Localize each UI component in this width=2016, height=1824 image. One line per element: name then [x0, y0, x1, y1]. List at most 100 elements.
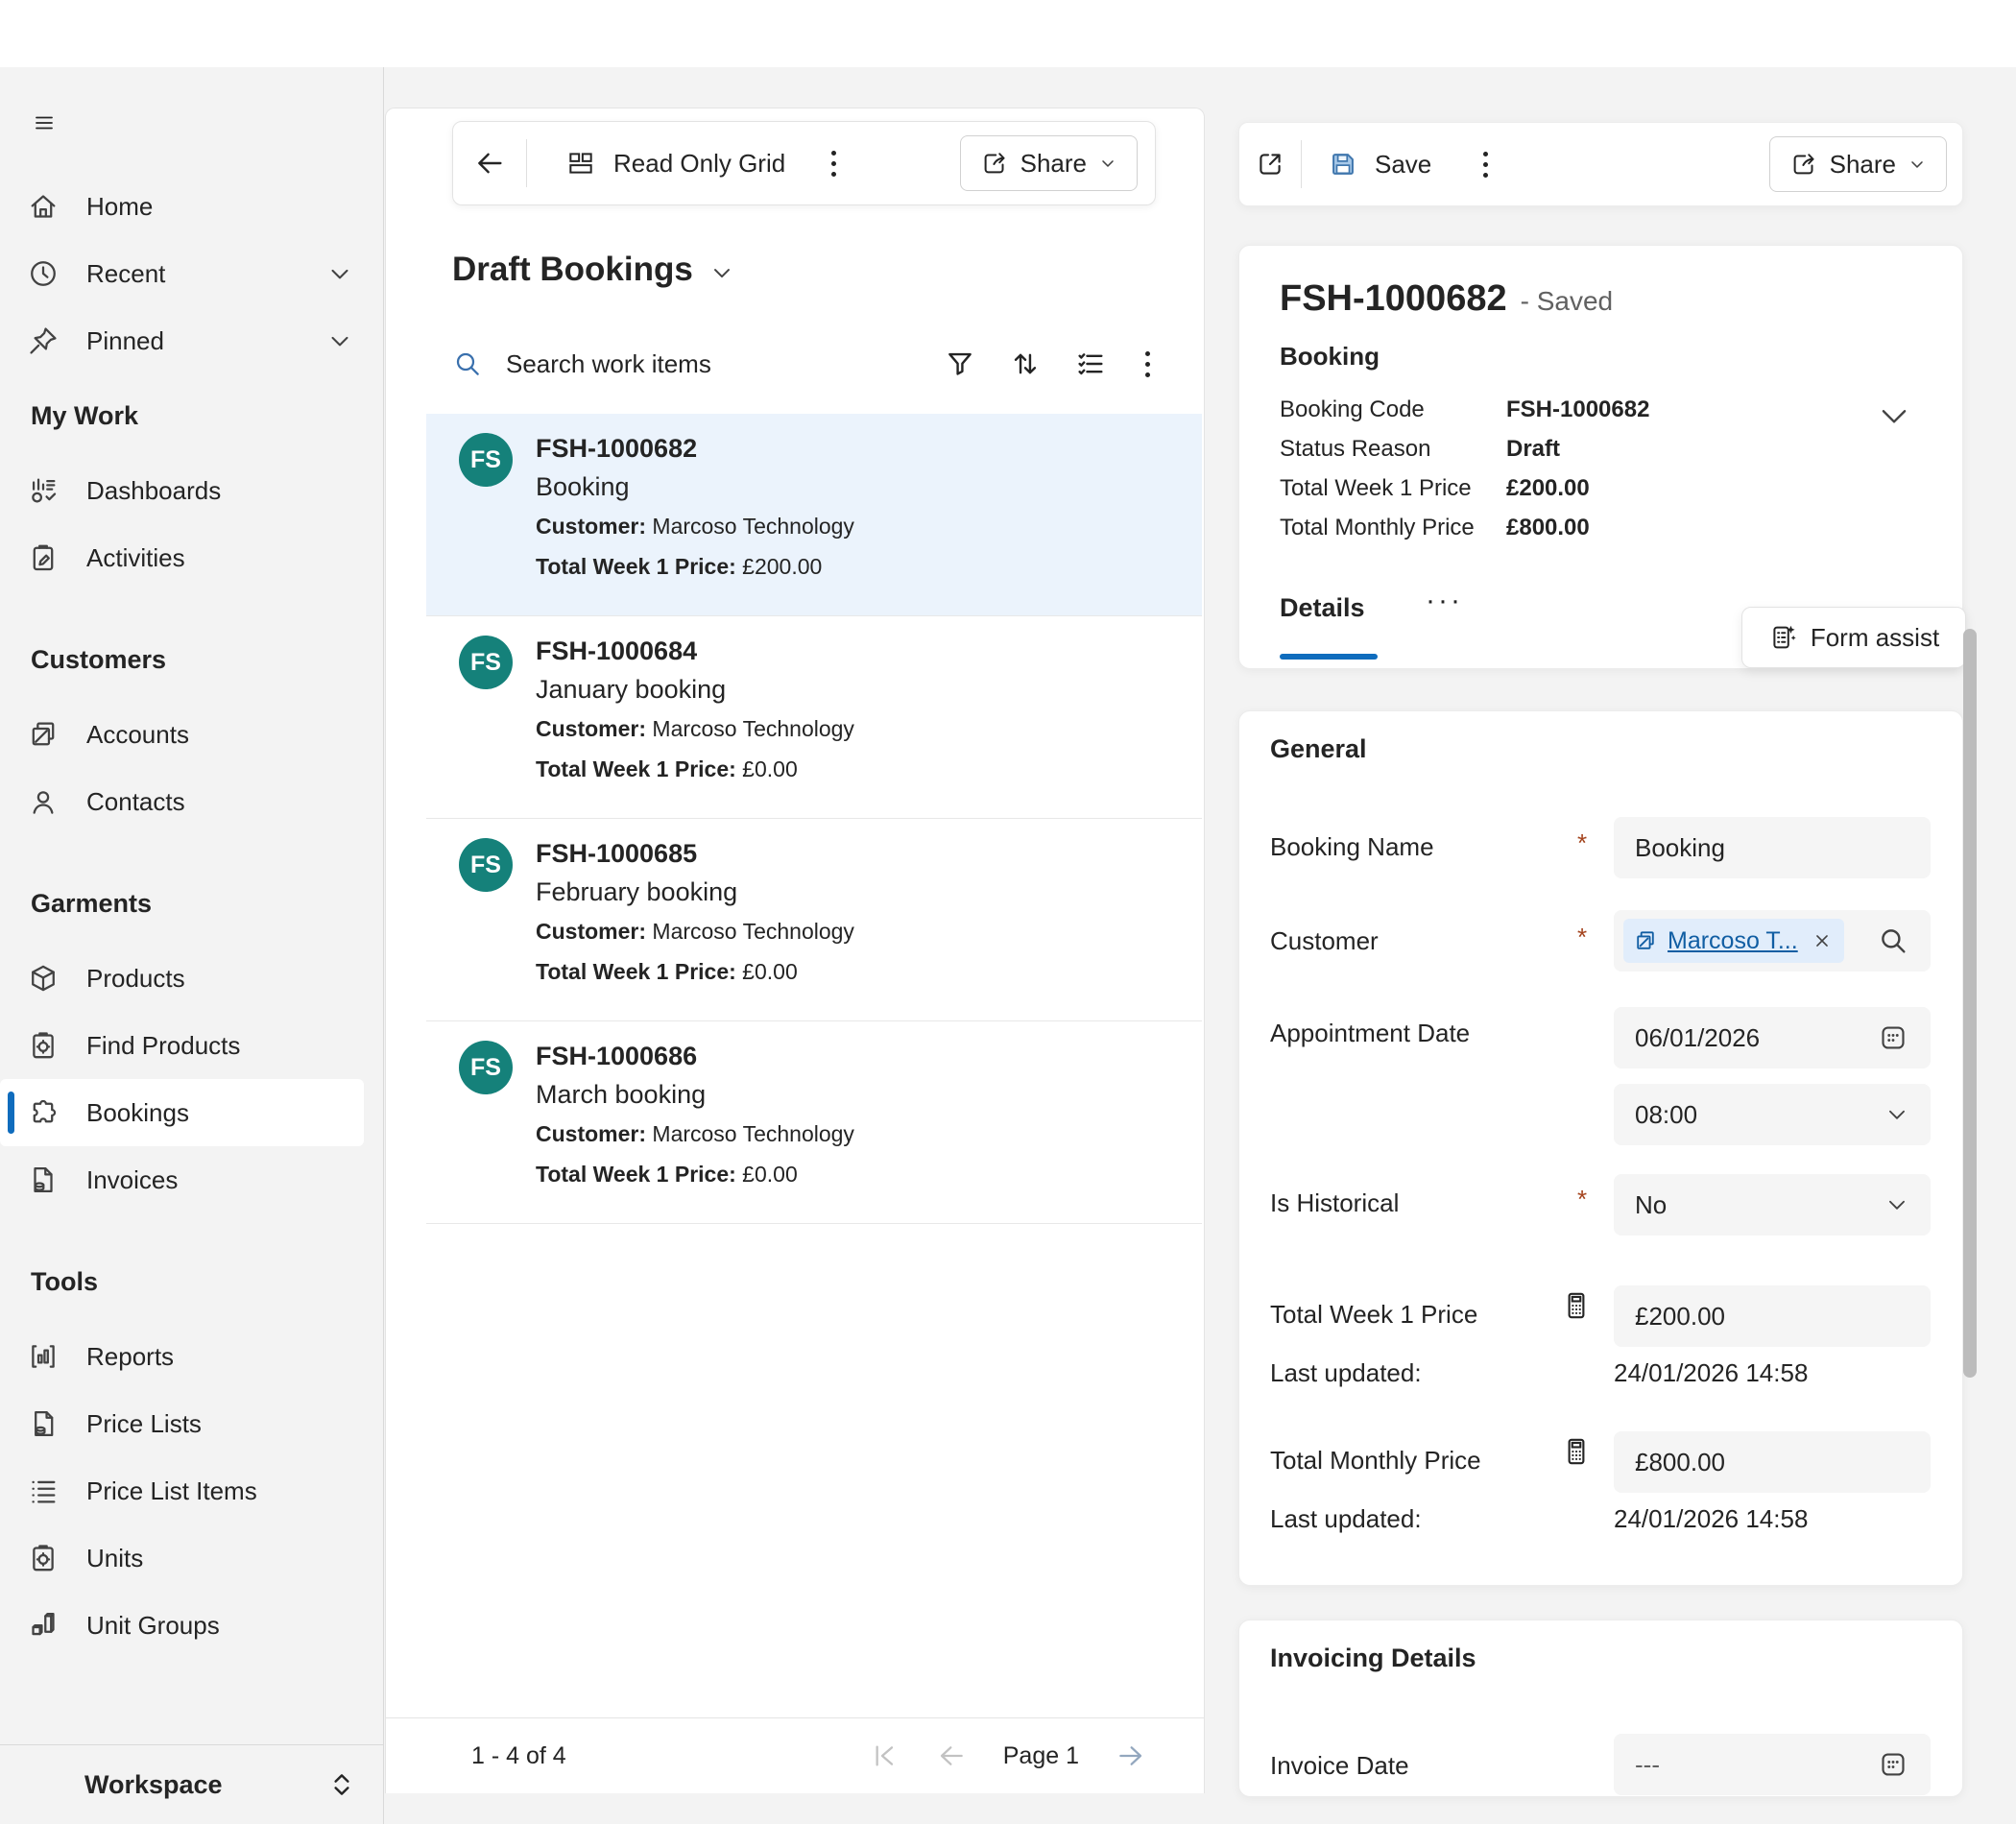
sort-button[interactable] — [1009, 348, 1042, 380]
chevron-up-down-icon — [325, 1768, 358, 1801]
booking-list-item-fsh-1000684[interactable]: FSFSH-1000684January bookingCustomer: Ma… — [426, 616, 1202, 819]
record-command-bar: Save Share — [1238, 122, 1963, 206]
total-monthly-price-field[interactable]: £800.00 — [1614, 1431, 1931, 1493]
list-share-button[interactable]: Share — [960, 135, 1138, 191]
required-indicator: * — [1577, 828, 1587, 858]
sidebar-item-accounts[interactable]: Accounts — [0, 701, 383, 768]
is-historical-field[interactable]: No — [1614, 1174, 1931, 1236]
sidebar-group-my-work: My Work — [0, 401, 383, 431]
sidebar-item-price-lists[interactable]: Price Lists — [0, 1390, 383, 1457]
form-assist-button[interactable]: Form assist — [1741, 607, 1966, 668]
required-indicator: * — [1577, 923, 1587, 952]
sidebar-item-label: Contacts — [86, 787, 383, 817]
record-header-card: FSH-1000682 - Saved Booking Booking Code… — [1238, 245, 1963, 669]
sidebar-item-label: Find Products — [86, 1031, 383, 1061]
sidebar-item-price-list-items[interactable]: Price List Items — [0, 1457, 383, 1524]
sort-icon — [1009, 348, 1042, 380]
calendar-icon[interactable] — [1877, 1021, 1909, 1054]
view-selector[interactable]: Draft Bookings — [452, 251, 735, 289]
invoices-icon — [27, 1164, 60, 1196]
price-list-items-icon — [27, 1475, 60, 1507]
appointment-date-label: Appointment Date — [1270, 1019, 1470, 1048]
units-icon — [27, 1542, 60, 1574]
grid-view-icon — [565, 148, 596, 179]
share-icon — [980, 149, 1009, 178]
grid-view-switcher[interactable]: Read Only Grid — [527, 148, 785, 179]
avatar: FS — [459, 838, 513, 892]
dashboards-icon — [27, 474, 60, 507]
booking-price: Total Week 1 Price: £0.00 — [536, 951, 1202, 992]
list-more-button[interactable] — [1140, 346, 1156, 383]
booking-price: Total Week 1 Price: £200.00 — [536, 546, 1202, 587]
tab-details[interactable]: Details — [1280, 593, 1365, 623]
filter-button[interactable] — [944, 348, 976, 380]
save-button[interactable]: Save — [1302, 147, 1437, 181]
view-more-button[interactable] — [826, 145, 842, 182]
chevron-down-icon — [325, 326, 354, 355]
sidebar-item-dashboards[interactable]: Dashboards — [0, 457, 383, 524]
customer-label: Customer — [1270, 926, 1379, 956]
sidebar: HomeRecentPinned My Work DashboardsActivit… — [0, 67, 384, 1824]
sidebar-item-home[interactable]: Home — [0, 173, 383, 240]
sidebar-item-reports[interactable]: Reports — [0, 1323, 383, 1390]
open-record-button[interactable] — [1239, 123, 1301, 205]
sidebar-item-unit-groups[interactable]: Unit Groups — [0, 1592, 383, 1659]
sidebar-item-label: Price List Items — [86, 1476, 383, 1506]
share-label: Share — [1020, 149, 1087, 179]
first-page-button[interactable] — [869, 1740, 900, 1771]
booking-id: FSH-1000686 — [536, 1037, 1202, 1075]
scrollbar-thumb[interactable] — [1963, 629, 1977, 1378]
workspace-switcher[interactable]: Workspace — [0, 1744, 383, 1824]
dismiss-icon[interactable] — [1812, 930, 1833, 951]
booking-list-item-fsh-1000682[interactable]: FSFSH-1000682BookingCustomer: Marcoso Te… — [426, 414, 1202, 616]
sidebar-item-activities[interactable]: Activities — [0, 524, 383, 591]
chevron-down-icon[interactable] — [1884, 1102, 1909, 1127]
menu-toggle-button[interactable] — [27, 108, 61, 140]
avatar: FS — [459, 636, 513, 689]
back-button[interactable] — [453, 122, 526, 204]
next-page-button[interactable] — [1116, 1740, 1146, 1771]
last-updated-label: Last updated: — [1270, 1504, 1422, 1534]
calendar-icon[interactable] — [1877, 1748, 1909, 1781]
sidebar-item-products[interactable]: Products — [0, 945, 383, 1012]
booking-customer: Customer: Marcoso Technology — [536, 1114, 1202, 1154]
customer-link[interactable]: Marcoso T... — [1668, 927, 1798, 955]
sidebar-item-contacts[interactable]: Contacts — [0, 768, 383, 835]
booking-name-field[interactable]: Booking — [1614, 817, 1931, 878]
previous-page-button[interactable] — [936, 1740, 967, 1771]
booking-list-item-fsh-1000685[interactable]: FSFSH-1000685February bookingCustomer: M… — [426, 819, 1202, 1021]
multiselect-list-icon — [1074, 348, 1107, 380]
sidebar-item-recent[interactable]: Recent — [0, 240, 383, 307]
more-tabs-button[interactable]: ··· — [1420, 584, 1469, 618]
calculated-field-icon — [1560, 1435, 1593, 1468]
record-id: FSH-1000682 — [1280, 278, 1507, 320]
account-icon — [1633, 928, 1658, 953]
total-week1-price-field[interactable]: £200.00 — [1614, 1285, 1931, 1347]
booking-list-item-fsh-1000686[interactable]: FSFSH-1000686March bookingCustomer: Marc… — [426, 1021, 1202, 1224]
sidebar-item-bookings[interactable]: Bookings — [0, 1079, 364, 1146]
search-icon — [452, 348, 483, 379]
select-items-button[interactable] — [1074, 348, 1107, 380]
record-more-commands-button[interactable] — [1477, 146, 1494, 183]
contacts-icon — [27, 785, 60, 818]
collapse-header-button[interactable] — [1876, 397, 1912, 434]
pin-icon — [27, 324, 60, 357]
search-input[interactable]: Search work items — [506, 349, 711, 379]
sidebar-item-pinned[interactable]: Pinned — [0, 307, 383, 374]
invoice-date-field[interactable]: --- — [1614, 1734, 1931, 1795]
lookup-search-icon[interactable] — [1877, 924, 1909, 957]
appointment-time-field[interactable]: 08:00 — [1614, 1084, 1931, 1145]
booking-customer: Customer: Marcoso Technology — [536, 506, 1202, 546]
chevron-down-icon[interactable] — [1884, 1192, 1909, 1217]
last-updated-value: 24/01/2026 14:58 — [1614, 1358, 1808, 1388]
sidebar-item-label: Unit Groups — [86, 1611, 383, 1641]
booking-customer: Customer: Marcoso Technology — [536, 911, 1202, 951]
record-share-button[interactable]: Share — [1769, 136, 1947, 192]
open-external-icon — [1255, 149, 1285, 180]
sidebar-item-units[interactable]: Units — [0, 1524, 383, 1592]
appointment-date-field[interactable]: 06/01/2026 — [1614, 1007, 1931, 1068]
booking-customer: Customer: Marcoso Technology — [536, 708, 1202, 749]
sidebar-item-find-products[interactable]: Find Products — [0, 1012, 383, 1079]
sidebar-item-invoices[interactable]: Invoices — [0, 1146, 383, 1213]
customer-lookup-field[interactable]: Marcoso T... — [1614, 910, 1931, 972]
